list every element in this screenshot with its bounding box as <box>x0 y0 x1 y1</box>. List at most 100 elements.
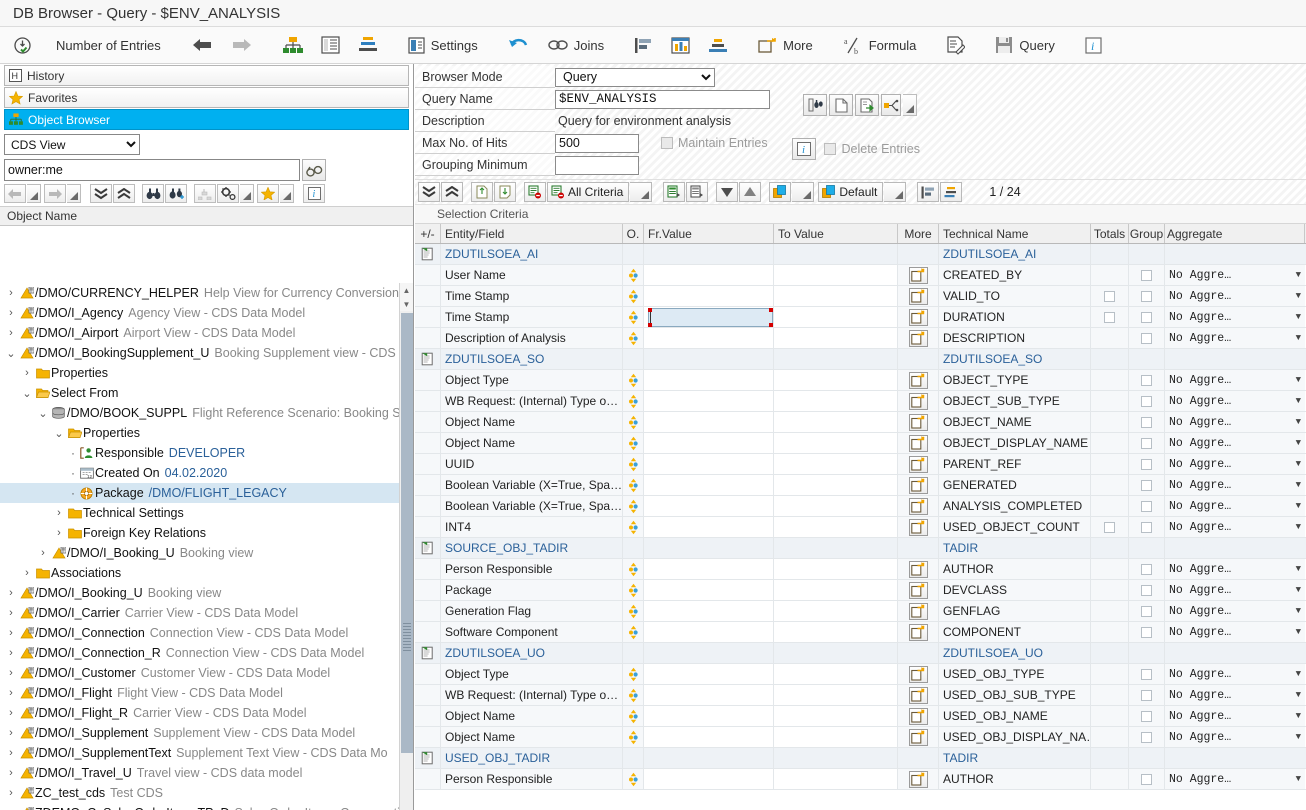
aggregate-select[interactable]: No Aggre… ▼ <box>1167 434 1303 453</box>
layout-dropdown[interactable] <box>792 182 815 202</box>
tree-twisty-collapsed[interactable]: › <box>4 587 18 599</box>
grid-field-row[interactable]: Boolean Variable (X=True, Spa… GENERATED N… <box>415 475 1306 496</box>
tree-twisty-collapsed[interactable]: › <box>36 547 50 559</box>
cell-entity-field[interactable]: Object Name <box>441 706 623 726</box>
more-button[interactable]: More <box>749 30 822 60</box>
tree-node[interactable]: ⌄ /DMO/BOOK_SUPPL Flight Reference Scenari… <box>0 403 399 423</box>
tree-forward-dropdown[interactable] <box>67 184 81 203</box>
clear-criteria-button[interactable] <box>524 182 546 202</box>
cell-group[interactable] <box>1129 328 1165 348</box>
to-value-input[interactable] <box>778 559 897 579</box>
grid-field-row[interactable]: Person Responsible AUTHOR No Aggre… ▼ <box>415 769 1306 790</box>
tree-back-button[interactable] <box>4 184 26 203</box>
aggregate-select[interactable]: No Aggre… ▼ <box>1167 392 1303 411</box>
grid-entity-row[interactable]: ZDUTILSOEA_UO ZDUTILSOEA_UO <box>415 643 1306 664</box>
group-checkbox[interactable] <box>1141 311 1152 323</box>
browser-mode-select[interactable]: Query <box>555 67 715 87</box>
to-value-input[interactable] <box>778 454 897 474</box>
cell-aggregate[interactable]: No Aggre… ▼ <box>1165 517 1305 537</box>
entity-expand-button[interactable] <box>415 244 441 264</box>
cell-entity-field[interactable]: Time Stamp <box>441 286 623 306</box>
formula-button[interactable]: a b Formula <box>834 30 926 60</box>
column-header-aggregate[interactable]: Aggregate <box>1165 224 1305 243</box>
cell-from-value[interactable] <box>644 412 774 432</box>
tree-node[interactable]: › /DMO/CURRENCY_HELPER Help View for Curre… <box>0 283 399 303</box>
column-header-operator[interactable]: O. <box>623 224 644 243</box>
cell-entity-field[interactable]: Person Responsible <box>441 559 623 579</box>
column-header-entity-field[interactable]: Entity/Field <box>441 224 623 243</box>
cell-to-value[interactable] <box>774 769 898 789</box>
to-value-input[interactable] <box>778 496 897 516</box>
aggregate-select[interactable]: No Aggre… ▼ <box>1167 518 1303 537</box>
tree-twisty-expanded[interactable]: ⌄ <box>4 347 18 360</box>
operator-button[interactable] <box>623 370 644 390</box>
cell-entity-field[interactable]: Software Component <box>441 622 623 642</box>
from-value-input[interactable] <box>648 328 773 348</box>
group-checkbox[interactable] <box>1141 458 1152 470</box>
more-options-button[interactable] <box>898 412 939 432</box>
cell-entity-field[interactable]: INT4 <box>441 517 623 537</box>
cell-group[interactable] <box>1129 433 1165 453</box>
aggregate-select[interactable]: No Aggre… ▼ <box>1167 476 1303 495</box>
tree-node[interactable]: › /DMO/I_Travel_U Travel view - CDS data m… <box>0 763 399 783</box>
cell-aggregate[interactable]: No Aggre… ▼ <box>1165 727 1305 747</box>
to-value-input[interactable] <box>778 706 897 726</box>
cell-from-value[interactable] <box>644 727 774 747</box>
grid-field-row[interactable]: WB Request: (Internal) Type o… USED_OBJ_S… <box>415 685 1306 706</box>
column-header-totals[interactable]: Totals <box>1091 224 1129 243</box>
aggregate-select[interactable]: No Aggre… ▼ <box>1167 686 1303 705</box>
cell-to-value[interactable] <box>774 391 898 411</box>
tree-node[interactable]: › /DMO/I_Carrier Carrier View - CDS Data M… <box>0 603 399 623</box>
default-layout-dropdown[interactable] <box>884 182 907 202</box>
back-button[interactable] <box>182 30 222 60</box>
group-checkbox[interactable] <box>1141 605 1152 617</box>
maintain-entries-checkbox[interactable]: Maintain Entries <box>661 136 768 150</box>
cell-from-value[interactable] <box>644 664 774 684</box>
to-value-input[interactable] <box>778 685 897 705</box>
default-layout-button[interactable]: Default <box>818 182 884 202</box>
query-env-button[interactable] <box>881 94 901 116</box>
aggregate-select[interactable]: No Aggre… ▼ <box>1167 287 1303 306</box>
cell-from-value[interactable] <box>644 265 774 285</box>
tree-twisty-expanded[interactable]: ⌄ <box>52 427 66 440</box>
grid-entity-row[interactable]: SOURCE_OBJ_TADIR TADIR <box>415 538 1306 559</box>
cell-to-value[interactable] <box>774 265 898 285</box>
cell-entity-field[interactable]: ZDUTILSOEA_UO <box>441 643 623 663</box>
cell-group[interactable] <box>1129 265 1165 285</box>
cell-from-value[interactable] <box>644 286 774 306</box>
grid-field-row[interactable]: User Name CREATED_BY No Aggre… ▼ <box>415 265 1306 286</box>
cell-from-value[interactable] <box>644 685 774 705</box>
cell-group[interactable] <box>1129 706 1165 726</box>
cell-totals[interactable] <box>1091 286 1129 306</box>
cell-from-value[interactable] <box>644 706 774 726</box>
cell-entity-field[interactable]: SOURCE_OBJ_TADIR <box>441 538 623 558</box>
sidebar-item-history[interactable]: H History <box>4 65 409 86</box>
list-layout-button[interactable] <box>312 30 349 60</box>
group-checkbox[interactable] <box>1141 689 1152 701</box>
cell-group[interactable] <box>1129 601 1165 621</box>
cell-group[interactable] <box>1129 769 1165 789</box>
from-value-input-active[interactable] <box>648 307 773 327</box>
grid-field-row[interactable]: Time Stamp VALID_TO No Aggre… ▼ <box>415 286 1306 307</box>
expand-all-button[interactable] <box>90 184 112 203</box>
tree-node[interactable]: › Foreign Key Relations <box>0 523 399 543</box>
hierarchy-button[interactable] <box>274 30 312 60</box>
grid-field-row[interactable]: INT4 USED_OBJECT_COUNT No Aggre… ▼ <box>415 517 1306 538</box>
operator-button[interactable] <box>623 580 644 600</box>
from-value-input[interactable] <box>648 727 773 747</box>
cell-to-value[interactable] <box>774 706 898 726</box>
operator-button[interactable] <box>623 475 644 495</box>
cell-to-value[interactable] <box>774 412 898 432</box>
all-criteria-button[interactable]: All Criteria <box>547 182 630 202</box>
sort-criteria-button[interactable] <box>940 182 963 202</box>
tree-node[interactable]: · Responsible DEVELOPER <box>0 443 399 463</box>
cell-to-value[interactable] <box>774 580 898 600</box>
to-value-input[interactable] <box>778 517 897 537</box>
cell-entity-field[interactable]: Time Stamp <box>441 307 623 327</box>
find-button[interactable] <box>142 184 164 203</box>
tree-twisty-expanded[interactable]: ⌄ <box>20 387 34 400</box>
group-checkbox[interactable] <box>1141 521 1152 533</box>
column-header-plus-minus[interactable]: +/- <box>415 224 441 243</box>
edit-document-button[interactable] <box>937 30 974 60</box>
more-options-button[interactable] <box>898 664 939 684</box>
